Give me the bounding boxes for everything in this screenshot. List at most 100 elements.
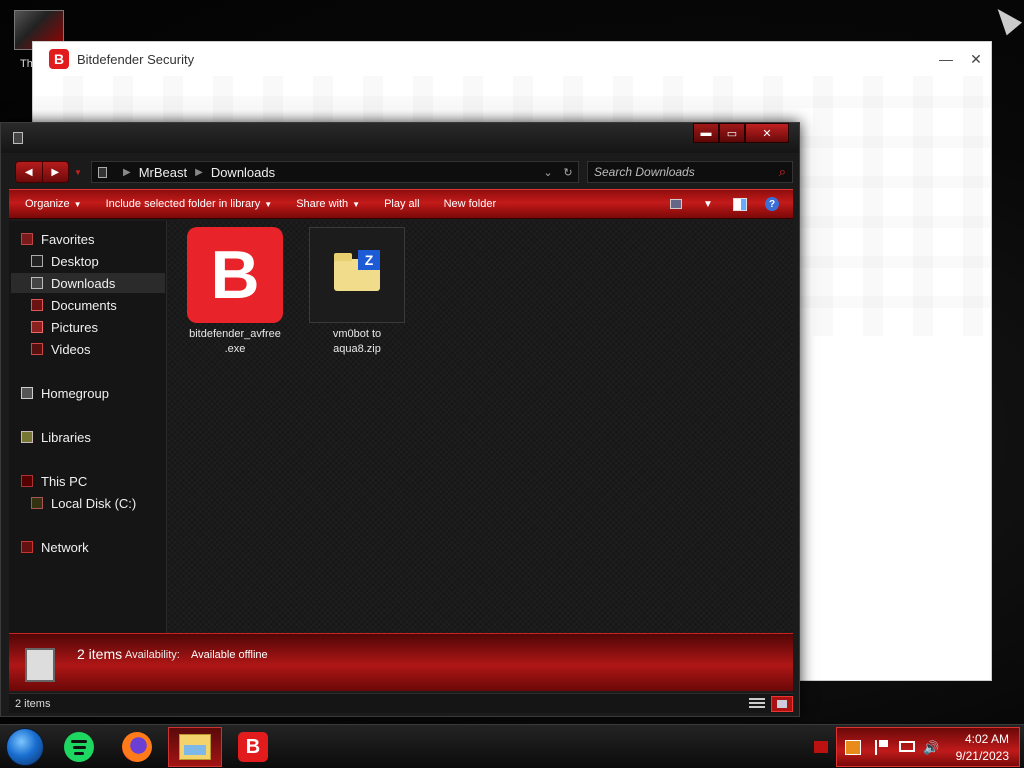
nav-this-pc-label: This PC	[41, 473, 88, 489]
share-with-button[interactable]: Share with ▼	[284, 198, 372, 210]
new-folder-button[interactable]: New folder	[432, 198, 509, 210]
taskbar-bitdefender[interactable]: B	[226, 727, 280, 767]
nav-pictures-label: Pictures	[51, 319, 98, 335]
nav-libraries[interactable]: Libraries	[21, 427, 167, 447]
bitdefender-titlebar[interactable]: B Bitdefender Security — ✕	[33, 42, 991, 76]
action-center-flag-icon[interactable]	[875, 740, 891, 755]
recent-locations-dropdown[interactable]: ▼	[69, 168, 87, 177]
nav-documents[interactable]: Documents	[31, 295, 167, 315]
breadcrumb-separator[interactable]: ▶	[123, 167, 131, 178]
file-name: vm0bot to aqua8.zip	[308, 327, 406, 357]
status-bar: 2 items	[9, 693, 793, 713]
nav-desktop[interactable]: Desktop	[31, 251, 167, 271]
organize-label: Organize	[25, 198, 70, 210]
address-bar-actions: ⌄ ↻	[538, 166, 578, 179]
taskbar-spotify[interactable]	[52, 727, 106, 767]
file-name-line: bitdefender_avfree	[189, 328, 281, 340]
help-icon: ?	[765, 197, 779, 211]
bitdefender-window-controls: — ✕	[931, 44, 991, 74]
explorer-titlebar[interactable]: ▬ ▭ ✕	[1, 123, 799, 153]
explorer-minimize-button[interactable]: ▬	[693, 123, 719, 143]
preview-pane-icon	[733, 197, 747, 211]
nav-network-label: Network	[41, 539, 89, 555]
address-row: ◀ ▶ ▼ ▶ MrBeast ▶ Downloads ⌄ ↻ Search D…	[9, 159, 793, 185]
refresh-icon[interactable]: ↻	[558, 166, 578, 179]
nav-this-pc[interactable]: This PC	[21, 471, 167, 491]
nav-pictures[interactable]: Pictures	[31, 317, 167, 337]
nav-downloads[interactable]: Downloads	[11, 273, 165, 293]
zip-folder-icon: Z	[309, 227, 405, 323]
nav-homegroup[interactable]: Homegroup	[21, 383, 167, 403]
bitdefender-window-title: Bitdefender Security	[77, 51, 195, 67]
clock-date: 9/21/2023	[955, 749, 1009, 763]
pictures-icon	[31, 321, 43, 333]
explorer-window-controls: ▬ ▭ ✕	[693, 123, 789, 143]
nav-favorites[interactable]: Favorites	[21, 229, 167, 249]
availability-label: Availability:	[125, 649, 180, 661]
navigation-pane: Favorites Desktop Downloads Documents Pi…	[9, 221, 167, 633]
taskbar: B 🔊 4:02 AM 9/21/2023	[0, 724, 1024, 768]
change-view-button[interactable]	[665, 195, 687, 213]
desktop-shortcut-label: Th	[20, 58, 33, 70]
more-views-button[interactable]: ▼	[697, 195, 719, 213]
show-hidden-icons-button[interactable]	[814, 741, 828, 753]
availability-value: Available offline	[191, 649, 268, 661]
videos-icon	[31, 343, 43, 355]
file-explorer-icon	[179, 734, 211, 760]
breadcrumb-downloads[interactable]: Downloads	[211, 165, 275, 180]
file-explorer-window: ▬ ▭ ✕ ◀ ▶ ▼ ▶ MrBeast ▶ Downloads ⌄ ↻ Se…	[0, 122, 800, 717]
nav-network[interactable]: Network	[21, 537, 167, 557]
explorer-close-button[interactable]: ✕	[745, 123, 789, 143]
bitdefender-minimize-button[interactable]: —	[931, 44, 961, 74]
taskbar-firefox[interactable]	[110, 727, 164, 767]
this-pc-icon	[21, 475, 33, 487]
explorer-maximize-button[interactable]: ▭	[719, 123, 745, 143]
taskbar-file-explorer[interactable]	[168, 727, 222, 767]
search-icon[interactable]: ⌕	[779, 164, 786, 180]
network-icon	[21, 541, 33, 553]
address-bar[interactable]: ▶ MrBeast ▶ Downloads ⌄ ↻	[91, 161, 579, 183]
search-input[interactable]: Search Downloads ⌕	[587, 161, 793, 183]
help-button[interactable]: ?	[761, 195, 783, 213]
file-name-line: .exe	[224, 343, 246, 355]
bitdefender-icon: B	[238, 732, 268, 762]
organize-button[interactable]: Organize ▼	[13, 198, 94, 210]
preview-pane-button[interactable]	[729, 195, 751, 213]
include-in-library-button[interactable]: Include selected folder in library ▼	[94, 198, 285, 210]
search-placeholder: Search Downloads	[594, 165, 695, 179]
tray-app-icon[interactable]	[845, 740, 861, 755]
status-item-count: 2 items	[15, 697, 51, 710]
breadcrumb-separator[interactable]: ▶	[195, 167, 203, 178]
volume-icon[interactable]: 🔊	[923, 740, 939, 755]
bitdefender-logo-icon: B	[49, 49, 69, 69]
file-name: bitdefender_avfree .exe	[186, 327, 284, 357]
back-button[interactable]: ◀	[16, 162, 42, 182]
clock[interactable]: 4:02 AM 9/21/2023	[956, 731, 1009, 765]
address-dropdown-icon[interactable]: ⌄	[538, 166, 558, 179]
breadcrumb-mrbeast[interactable]: MrBeast	[139, 165, 187, 180]
nav-videos[interactable]: Videos	[31, 339, 167, 359]
libraries-icon	[21, 431, 33, 443]
bitdefender-icon: B	[187, 227, 283, 323]
system-tray: 🔊 4:02 AM 9/21/2023	[836, 727, 1020, 767]
forward-button[interactable]: ▶	[41, 162, 68, 182]
network-icon[interactable]	[899, 741, 915, 752]
file-list-area[interactable]: B bitdefender_avfree .exe Z vm0bot to aq…	[168, 221, 793, 633]
folder-preview-icon	[25, 648, 55, 682]
play-all-button[interactable]: Play all	[372, 198, 431, 210]
nav-homegroup-label: Homegroup	[41, 385, 109, 401]
view-toggle	[749, 695, 793, 712]
nav-libraries-label: Libraries	[41, 429, 91, 445]
details-pane: 2 items Availability: Available offline	[9, 633, 793, 691]
file-item-bitdefender-exe[interactable]: B bitdefender_avfree .exe	[186, 227, 284, 357]
bitdefender-close-button[interactable]: ✕	[961, 44, 991, 74]
file-name-line: vm0bot to	[332, 328, 382, 340]
large-icons-view-icon[interactable]	[771, 695, 793, 712]
chevron-down-icon: ▼	[352, 200, 361, 209]
details-view-icon[interactable]	[749, 697, 765, 710]
start-button[interactable]	[6, 728, 44, 766]
nav-local-disk[interactable]: Local Disk (C:)	[31, 493, 167, 513]
include-label: Include selected folder in library	[105, 198, 261, 210]
chevron-down-icon: ▼	[73, 200, 82, 209]
file-item-zip[interactable]: Z vm0bot to aqua8.zip	[308, 227, 406, 357]
